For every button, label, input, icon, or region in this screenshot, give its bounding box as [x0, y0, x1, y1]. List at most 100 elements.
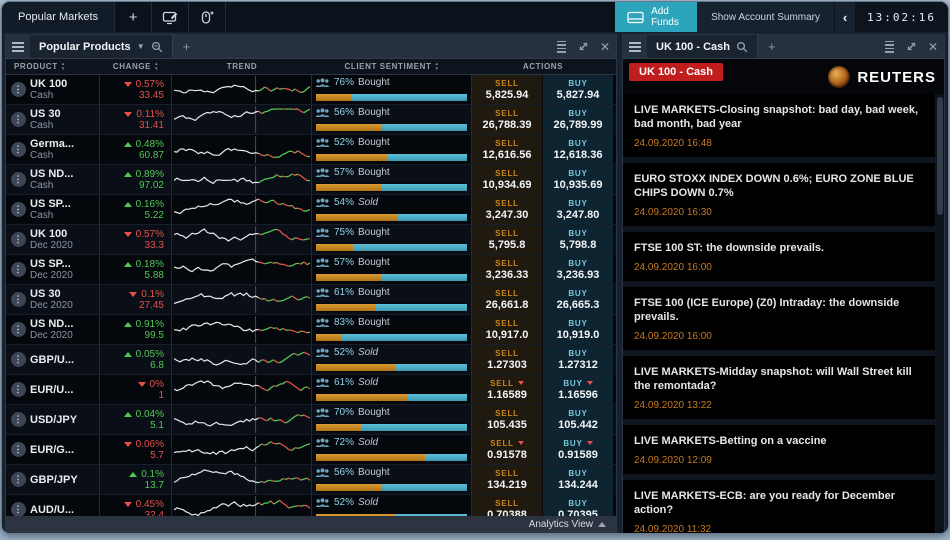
expand-panel-button[interactable]	[572, 35, 594, 58]
watchlist-row[interactable]: ⋮ US 30 Cash 0.11% 31.41 56% Bought SELL…	[6, 105, 616, 135]
buy-button[interactable]: BUY 5,827.94	[543, 75, 614, 104]
buy-button[interactable]: BUY 26,789.99	[543, 105, 614, 134]
product-info-button[interactable]: ⋮	[6, 75, 30, 104]
buy-button[interactable]: BUY 10,935.69	[543, 165, 614, 194]
product-cell[interactable]: US ND... Dec 2020	[30, 315, 100, 344]
product-info-button[interactable]: ⋮	[6, 405, 30, 434]
close-panel-button[interactable]: ✕	[594, 35, 616, 58]
product-info-button[interactable]: ⋮	[6, 285, 30, 314]
watchlist-row[interactable]: ⋮ US 30 Dec 2020 0.1% 27.45 61% Bought S…	[6, 285, 616, 315]
news-scrollbar-track[interactable]	[936, 94, 944, 533]
product-cell[interactable]: USD/JPY	[30, 405, 100, 434]
buy-button[interactable]: BUY 1.27312	[543, 345, 614, 374]
watchlist-row[interactable]: ⋮ Germa... Cash 0.48% 60.87 52% Bought S…	[6, 135, 616, 165]
sell-button[interactable]: SELL 105.435	[472, 405, 543, 434]
mouse-settings-button[interactable]	[189, 2, 226, 32]
buy-button[interactable]: BUY 5,798.8	[543, 225, 614, 254]
layout-list-button[interactable]	[878, 35, 900, 58]
product-cell[interactable]: US ND... Cash	[30, 165, 100, 194]
buy-button[interactable]: BUY 26,665.3	[543, 285, 614, 314]
product-info-button[interactable]: ⋮	[6, 465, 30, 494]
watchlist-row[interactable]: ⋮ USD/JPY 0.04% 5.1 70% Bought SELL 105.…	[6, 405, 616, 435]
sell-button[interactable]: SELL 3,247.30	[472, 195, 543, 224]
product-info-button[interactable]: ⋮	[6, 105, 30, 134]
news-item[interactable]: EURO STOXX INDEX DOWN 0.6%; EURO ZONE BL…	[623, 163, 935, 226]
sell-button[interactable]: SELL 134.219	[472, 465, 543, 494]
sell-button[interactable]: SELL 1.27303	[472, 345, 543, 374]
news-item[interactable]: LIVE MARKETS-Betting on a vaccine 24.09.…	[623, 425, 935, 474]
workspace-tab-popular-markets[interactable]: Popular Markets	[2, 2, 115, 32]
product-info-button[interactable]: ⋮	[6, 255, 30, 284]
news-item[interactable]: FTSE 100 ST: the downside prevails. 24.0…	[623, 232, 935, 281]
search-icon[interactable]	[151, 41, 163, 53]
news-scrollbar-thumb[interactable]	[937, 97, 943, 215]
product-info-button[interactable]: ⋮	[6, 375, 30, 404]
buy-button[interactable]: BUY 0.91589	[543, 435, 614, 464]
watchlist-row[interactable]: ⋮ GBP/JPY 0.1% 13.7 56% Bought SELL 134.…	[6, 465, 616, 495]
watchlist-row[interactable]: ⋮ UK 100 Dec 2020 0.57% 33.3 75% Bought …	[6, 225, 616, 255]
sell-button[interactable]: SELL 26,661.8	[472, 285, 543, 314]
watchlist-row[interactable]: ⋮ US ND... Dec 2020 0.91% 99.5 83% Bough…	[6, 315, 616, 345]
buy-button[interactable]: BUY 12,618.36	[543, 135, 614, 164]
watchlist-row[interactable]: ⋮ US SP... Dec 2020 0.18% 5.88 57% Bough…	[6, 255, 616, 285]
show-account-summary-button[interactable]: Show Account Summary	[697, 2, 834, 32]
layout-list-button[interactable]	[550, 35, 572, 58]
product-info-button[interactable]: ⋮	[6, 345, 30, 374]
sell-button[interactable]: SELL 10,934.69	[472, 165, 543, 194]
add-news-tab-button[interactable]: +	[758, 35, 786, 58]
watchlist-row[interactable]: ⋮ US SP... Cash 0.16% 5.22 54% Sold SELL…	[6, 195, 616, 225]
product-cell[interactable]: US 30 Dec 2020	[30, 285, 100, 314]
product-info-button[interactable]: ⋮	[6, 165, 30, 194]
buy-button[interactable]: BUY 134.244	[543, 465, 614, 494]
product-info-button[interactable]: ⋮	[6, 195, 30, 224]
add-watchlist-tab-button[interactable]: +	[173, 35, 201, 58]
add-workspace-button[interactable]: +	[115, 2, 152, 32]
column-header-sentiment[interactable]: CLIENT SENTIMENT▲▼	[312, 59, 472, 74]
sell-button[interactable]: SELL 12,616.56	[472, 135, 543, 164]
watchlist-row[interactable]: ⋮ GBP/U... 0.05% 6.8 52% Sold SELL 1.273…	[6, 345, 616, 375]
analytics-view-toggle[interactable]: Analytics View	[6, 516, 616, 533]
product-cell[interactable]: GBP/JPY	[30, 465, 100, 494]
product-info-button[interactable]: ⋮	[6, 315, 30, 344]
add-funds-button[interactable]: Add Funds	[615, 2, 697, 32]
sell-button[interactable]: SELL 0.91578	[472, 435, 543, 464]
news-tab[interactable]: UK 100 - Cash	[647, 35, 758, 58]
product-info-button[interactable]: ⋮	[6, 135, 30, 164]
news-item[interactable]: FTSE 100 (ICE Europe) (Z0) Intraday: the…	[623, 287, 935, 350]
product-cell[interactable]: US SP... Cash	[30, 195, 100, 224]
watchlist-row[interactable]: ⋮ UK 100 Cash 0.57% 33.45 76% Bought SEL…	[6, 75, 616, 105]
product-info-button[interactable]: ⋮	[6, 435, 30, 464]
news-item[interactable]: LIVE MARKETS-Midday snapshot: will Wall …	[623, 356, 935, 419]
watchlist-row[interactable]: ⋮ EUR/G... 0.06% 5.7 72% Sold SELL 0.915…	[6, 435, 616, 465]
product-cell[interactable]: GBP/U...	[30, 345, 100, 374]
sell-button[interactable]: SELL 26,788.39	[472, 105, 543, 134]
column-header-change[interactable]: CHANGE▲▼	[100, 59, 172, 74]
sell-button[interactable]: SELL 1.16589	[472, 375, 543, 404]
sell-button[interactable]: SELL 10,917.0	[472, 315, 543, 344]
buy-button[interactable]: BUY 3,247.80	[543, 195, 614, 224]
product-cell[interactable]: Germa... Cash	[30, 135, 100, 164]
sell-button[interactable]: SELL 5,795.8	[472, 225, 543, 254]
buy-button[interactable]: BUY 105.442	[543, 405, 614, 434]
watchlist-row[interactable]: ⋮ US ND... Cash 0.89% 97.02 57% Bought S…	[6, 165, 616, 195]
buy-button[interactable]: BUY 1.16596	[543, 375, 614, 404]
search-icon[interactable]	[736, 41, 748, 53]
edit-workspace-button[interactable]	[152, 2, 189, 32]
watchlist-menu-button[interactable]	[6, 35, 30, 58]
watchlist-row[interactable]: ⋮ EUR/U... 0% 1 61% Sold SELL 1.16589 BU…	[6, 375, 616, 405]
column-header-product[interactable]: PRODUCT▲▼	[6, 59, 100, 74]
news-item[interactable]: LIVE MARKETS-Closing snapshot: bad day, …	[623, 94, 935, 157]
product-cell[interactable]: US SP... Dec 2020	[30, 255, 100, 284]
collapse-chevron-icon[interactable]: ‹	[834, 2, 855, 32]
product-cell[interactable]: UK 100 Cash	[30, 75, 100, 104]
sell-button[interactable]: SELL 5,825.94	[472, 75, 543, 104]
expand-panel-button[interactable]	[900, 35, 922, 58]
buy-button[interactable]: BUY 3,236.93	[543, 255, 614, 284]
product-info-button[interactable]: ⋮	[6, 225, 30, 254]
product-cell[interactable]: UK 100 Dec 2020	[30, 225, 100, 254]
product-cell[interactable]: US 30 Cash	[30, 105, 100, 134]
column-header-trend[interactable]: TREND	[172, 59, 312, 74]
product-cell[interactable]: EUR/U...	[30, 375, 100, 404]
sell-button[interactable]: SELL 3,236.33	[472, 255, 543, 284]
product-cell[interactable]: EUR/G...	[30, 435, 100, 464]
